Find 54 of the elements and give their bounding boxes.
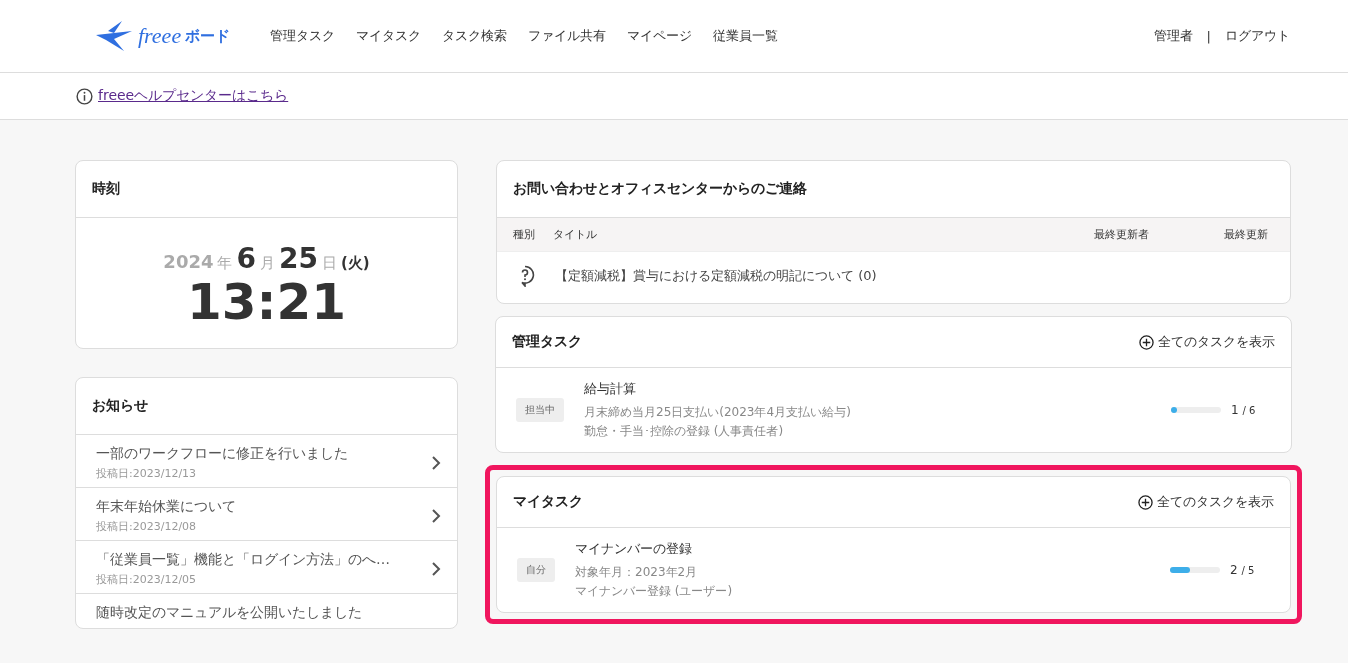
help-center-link[interactable]: freeeヘルプセンターはこちら [98, 87, 289, 105]
progress-bar [1171, 407, 1221, 413]
time-text: 13:21 [186, 275, 347, 330]
status-badge: 担当中 [516, 398, 564, 422]
task-detail: マイナンバー登録 (ユーザー) [575, 583, 734, 600]
task-detail: 勤怠・手当･控除の登録 (人事責任者) [584, 423, 785, 440]
chevron-right-icon [431, 455, 441, 471]
task-detail: 月末締め当月25日支払い(2023年4月支払い給与) [584, 404, 852, 421]
year-text: 2024 [163, 251, 214, 272]
day-text: 25 [278, 242, 318, 275]
column-header: 種別 [513, 227, 536, 242]
plus-circle-icon [1138, 494, 1153, 510]
plus-circle-icon [1139, 334, 1154, 350]
nav-link[interactable]: マイページ [627, 27, 693, 45]
task-name-link[interactable]: 給与計算 [584, 380, 1171, 398]
chevron-right-icon [431, 561, 441, 577]
separator: | [1206, 28, 1211, 44]
progress-count: 2 / 5 [1230, 563, 1256, 577]
bird-logo-icon [94, 19, 134, 53]
unit-text: 日 [321, 254, 337, 273]
logout-link[interactable]: ログアウト [1225, 27, 1290, 45]
card-title: お知らせ [76, 378, 457, 435]
logo-suffix: ボード [185, 26, 231, 46]
card-title: 管理タスク [512, 333, 582, 351]
task-name-link[interactable]: マイナンバーの登録 [575, 540, 1170, 558]
show-all-link[interactable]: 全てのタスクを表示 [1139, 333, 1275, 351]
logo-text[interactable]: freee [138, 23, 182, 49]
card-title: マイタスク [513, 493, 583, 511]
nav-link[interactable]: 従業員一覧 [713, 27, 779, 45]
notice-item[interactable]: 年末年始休業について 投稿日:2023/12/08 [76, 487, 457, 540]
notice-item[interactable]: 「従業員一覧」機能と「ログイン方法」のへ… 投稿日:2023/12/05 [76, 540, 457, 593]
progress-count: 1 / 6 [1231, 403, 1257, 417]
status-badge: 自分 [517, 558, 555, 582]
progress-bar [1170, 567, 1220, 573]
unit-text: 年 [217, 254, 233, 273]
notice-item[interactable]: 一部のワークフローに修正を行いました 投稿日:2023/12/13 [76, 435, 457, 487]
month-text: 6 [236, 242, 256, 275]
user-role: 管理者 [1153, 27, 1193, 45]
column-header: 最終更新者 [1094, 227, 1150, 242]
task-detail: 対象年月：2023年2月 [575, 564, 699, 581]
info-icon [76, 87, 93, 105]
nav-link[interactable]: マイタスク [356, 27, 422, 45]
weekday-text: (火) [340, 254, 370, 273]
unit-text: 月 [259, 254, 275, 273]
column-header: タイトル [553, 227, 598, 242]
notice-item[interactable]: 随時改定のマニュアルを公開いたしました [76, 593, 457, 628]
column-header: 最終更新 [1224, 227, 1269, 242]
nav-link[interactable]: ファイル共有 [528, 27, 607, 45]
nav-link[interactable]: タスク検索 [442, 27, 508, 45]
show-all-link[interactable]: 全てのタスクを表示 [1138, 493, 1274, 511]
chevron-right-icon [431, 508, 441, 524]
nav-link[interactable]: 管理タスク [270, 27, 336, 45]
contact-title-link[interactable]: 【定額減税】賞与における定額減税の明記について (0) [555, 267, 877, 285]
card-title: 時刻 [76, 161, 457, 218]
